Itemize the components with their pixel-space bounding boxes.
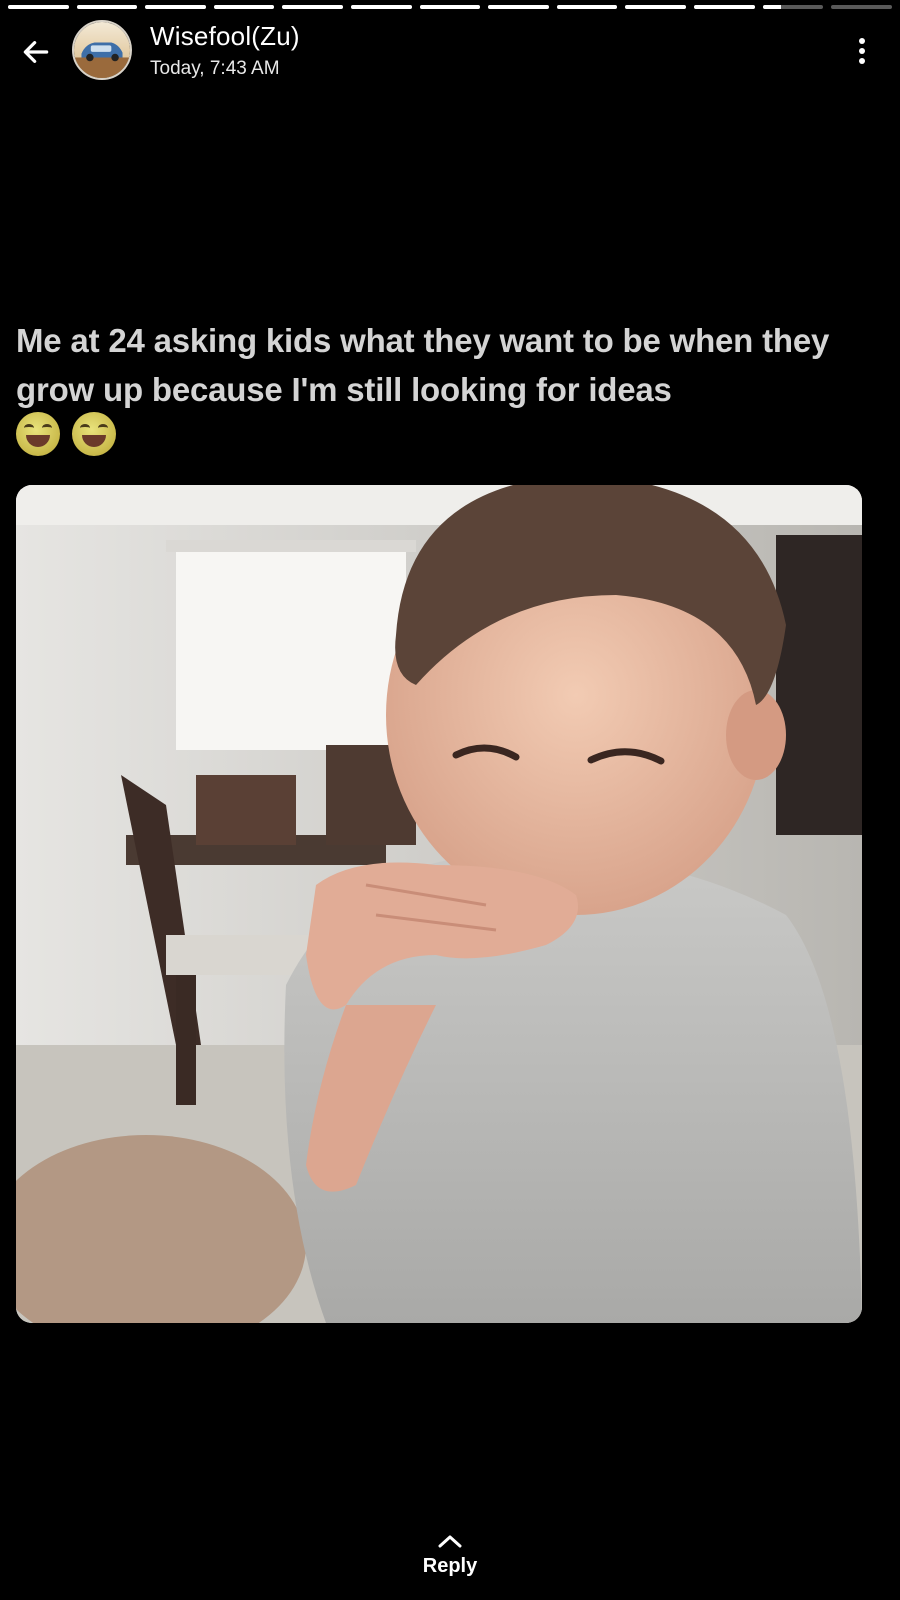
- progress-segment: [762, 5, 824, 9]
- laughing-emoji-icon: [16, 412, 60, 456]
- chevron-up-icon: [438, 1535, 462, 1548]
- progress-segment-fill: [145, 5, 206, 9]
- story-progress-bar: [8, 5, 892, 9]
- progress-segment-fill: [351, 5, 412, 9]
- avatar[interactable]: [72, 20, 132, 80]
- progress-segment-fill: [762, 5, 781, 9]
- story-caption: Me at 24 asking kids what they want to b…: [16, 322, 830, 408]
- progress-segment-fill: [419, 5, 481, 9]
- author-name[interactable]: Wisefool(Zu): [150, 21, 300, 52]
- story-content[interactable]: Me at 24 asking kids what they want to b…: [0, 300, 900, 1340]
- laughing-emoji-icon: [72, 412, 116, 456]
- reply-button[interactable]: Reply: [390, 1518, 510, 1578]
- story-timestamp: Today, 7:43 AM: [150, 58, 280, 79]
- progress-segment-fill: [694, 5, 755, 9]
- progress-segment-fill: [556, 5, 618, 9]
- progress-segment: [419, 5, 481, 9]
- kebab-menu-icon: [859, 38, 865, 44]
- caption-emojis: [16, 412, 116, 456]
- progress-segment-fill: [282, 5, 344, 9]
- back-button[interactable]: [16, 32, 56, 72]
- progress-segment: [76, 5, 138, 9]
- progress-segment: [8, 5, 69, 9]
- arrow-left-icon: [23, 41, 49, 63]
- progress-segment-fill: [76, 5, 138, 9]
- progress-segment: [556, 5, 618, 9]
- progress-segment-fill: [488, 5, 549, 9]
- progress-segment: [351, 5, 412, 9]
- progress-segment-fill: [8, 5, 69, 9]
- progress-segment: [145, 5, 206, 9]
- progress-segment: [488, 5, 549, 9]
- story-photo: [16, 485, 862, 1323]
- reply-label: Reply: [422, 1555, 478, 1577]
- more-options-button[interactable]: [852, 34, 872, 68]
- progress-segment-fill: [625, 5, 687, 9]
- progress-segment: [282, 5, 344, 9]
- progress-segment: [694, 5, 755, 9]
- story-header: Wisefool(Zu) Today, 7:43 AM: [0, 18, 900, 82]
- progress-segment: [625, 5, 687, 9]
- progress-segment: [213, 5, 275, 9]
- progress-segment-fill: [213, 5, 275, 9]
- progress-segment: [831, 5, 892, 9]
